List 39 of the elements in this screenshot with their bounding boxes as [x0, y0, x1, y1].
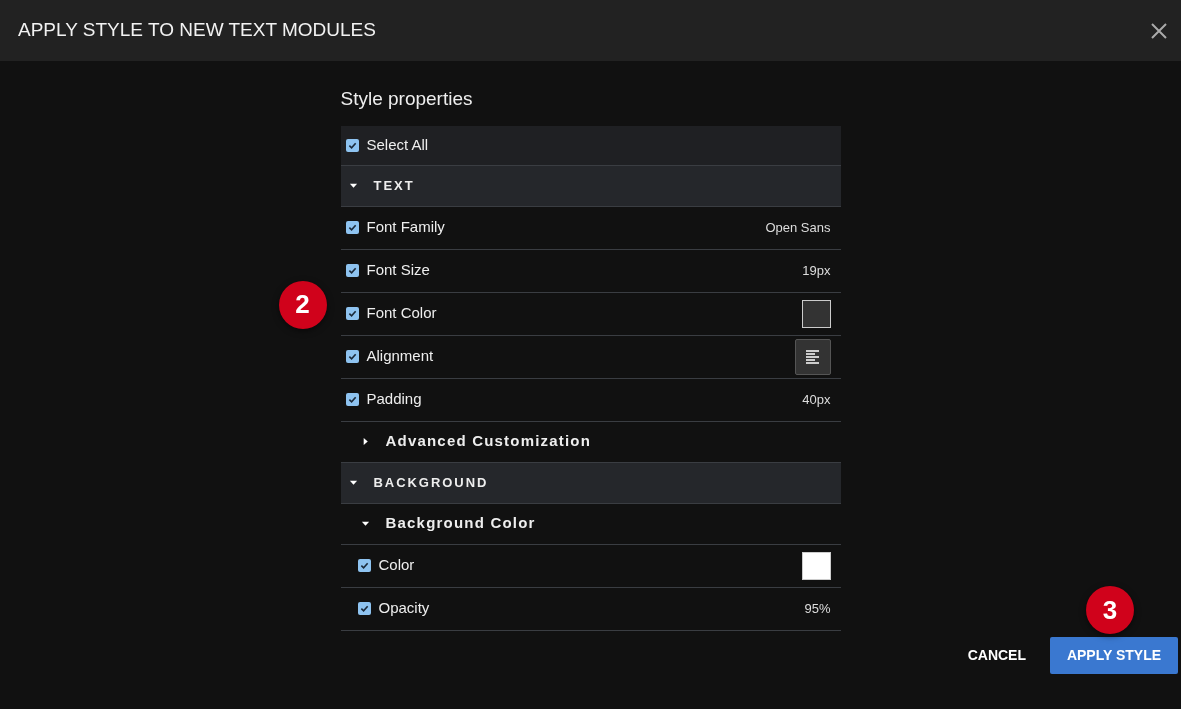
property-label: Opacity: [378, 598, 431, 619]
property-value: Open Sans: [765, 218, 831, 237]
checkbox[interactable]: [345, 221, 359, 234]
subsection-title: Advanced Customization: [385, 431, 592, 452]
panel-heading: Style properties: [340, 87, 473, 111]
section-header[interactable]: BACKGROUND: [340, 462, 841, 504]
subsection-header[interactable]: Advanced Customization: [340, 421, 841, 463]
align-left-button[interactable]: [794, 338, 831, 375]
property-label: Alignment: [366, 346, 435, 367]
checkbox[interactable]: [345, 307, 359, 320]
property-label: Padding: [366, 389, 423, 410]
property-label: Color: [378, 555, 416, 576]
section-title: BACKGROUND: [373, 473, 489, 492]
subsection-title: Background Color: [385, 513, 536, 534]
property-label: Font Size: [366, 260, 431, 281]
subsection-header[interactable]: Background Color: [340, 503, 841, 545]
property-label: Font Family: [366, 217, 446, 238]
checkbox[interactable]: [357, 559, 371, 572]
checkbox[interactable]: [345, 138, 359, 152]
checkbox[interactable]: [345, 393, 359, 406]
property-value: 40px: [802, 390, 831, 409]
dialog-title: APPLY STYLE TO NEW TEXT MODULES: [18, 18, 376, 43]
apply-style-button[interactable]: APPLY STYLE: [1050, 637, 1178, 674]
checkbox[interactable]: [345, 264, 359, 277]
property-value: 95%: [804, 599, 831, 618]
cancel-button[interactable]: CANCEL: [963, 637, 1030, 674]
checkbox[interactable]: [345, 350, 359, 363]
close-icon: [1150, 21, 1168, 40]
step-number-badge: 2: [278, 280, 327, 329]
section-title: TEXT: [373, 176, 415, 195]
color-swatch[interactable]: [801, 299, 831, 328]
select-all-label[interactable]: Select All: [366, 133, 429, 157]
section-header[interactable]: TEXT: [340, 165, 841, 207]
checkbox[interactable]: [357, 602, 371, 615]
step-number-badge: 3: [1086, 586, 1134, 634]
align-left-icon: [805, 349, 820, 364]
property-label: Font Color: [366, 303, 438, 324]
color-swatch[interactable]: [801, 551, 831, 580]
property-value: 19px: [802, 261, 831, 280]
